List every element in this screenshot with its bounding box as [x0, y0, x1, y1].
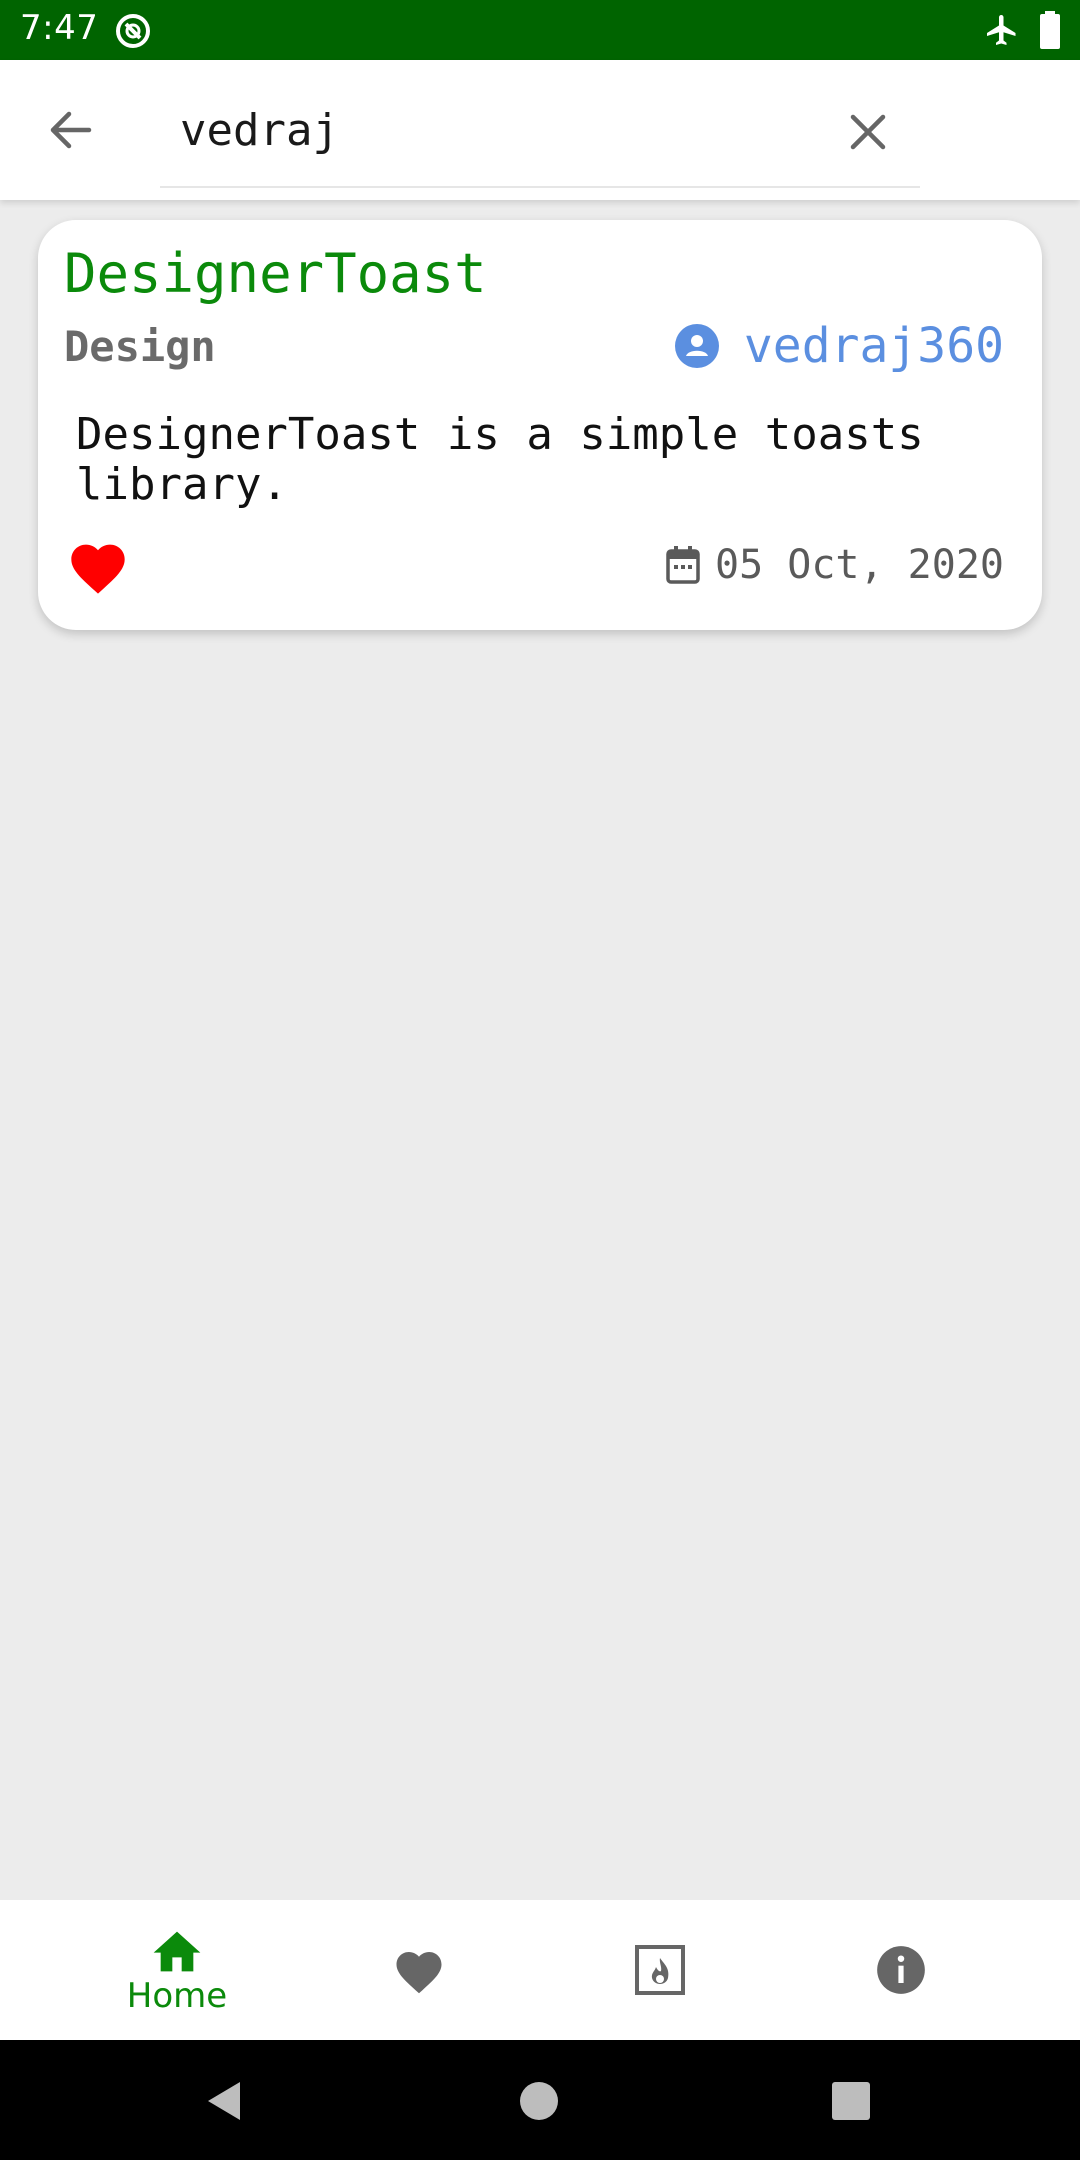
library-description: DesignerToast is a simple toasts library… — [76, 409, 924, 510]
author-link[interactable]: vedraj360 — [674, 318, 1004, 374]
nav-home-label: Home — [126, 1976, 228, 2016]
account-circle-icon — [674, 324, 719, 368]
nav-trending[interactable] — [560, 1900, 760, 2040]
arrow-left-icon — [50, 111, 92, 149]
favorite-button[interactable] — [66, 536, 130, 596]
published-date: 05 Oct, 2020 — [715, 542, 1004, 588]
nav-home[interactable]: Home — [77, 1900, 277, 2040]
system-recents-button[interactable] — [832, 2082, 870, 2120]
nav-info[interactable] — [801, 1900, 1001, 2040]
heart-icon — [396, 1952, 442, 1994]
app-notification-icon — [116, 14, 150, 48]
search-toolbar — [0, 60, 1080, 200]
airplane-mode-icon — [987, 15, 1016, 45]
date-info: 05 Oct, 2020 — [665, 542, 1004, 588]
heart-icon — [71, 544, 125, 594]
back-button[interactable] — [40, 102, 100, 158]
library-title: DesignerToast — [64, 242, 487, 305]
clear-search-button[interactable] — [838, 102, 898, 162]
battery-icon — [1040, 11, 1060, 49]
close-icon — [850, 114, 886, 150]
info-icon — [877, 1946, 925, 1994]
system-back-icon[interactable] — [204, 2080, 244, 2122]
system-navigation-bar — [0, 2040, 1080, 2160]
search-input[interactable] — [180, 98, 820, 162]
nav-favorites[interactable] — [319, 1900, 519, 2040]
status-bar: 7:47 — [0, 0, 1080, 60]
home-icon — [153, 1931, 201, 1972]
system-home-button[interactable] — [520, 2082, 558, 2120]
author-name: vedraj360 — [743, 318, 1004, 374]
status-time: 7:47 — [20, 8, 99, 48]
search-field — [160, 98, 920, 188]
result-card[interactable]: DesignerToast Design vedraj360 DesignerT… — [38, 220, 1042, 630]
calendar-icon — [666, 546, 700, 584]
trending-icon — [635, 1945, 685, 1995]
library-category: Design — [64, 322, 216, 371]
bottom-navigation: Home — [0, 1900, 1080, 2040]
